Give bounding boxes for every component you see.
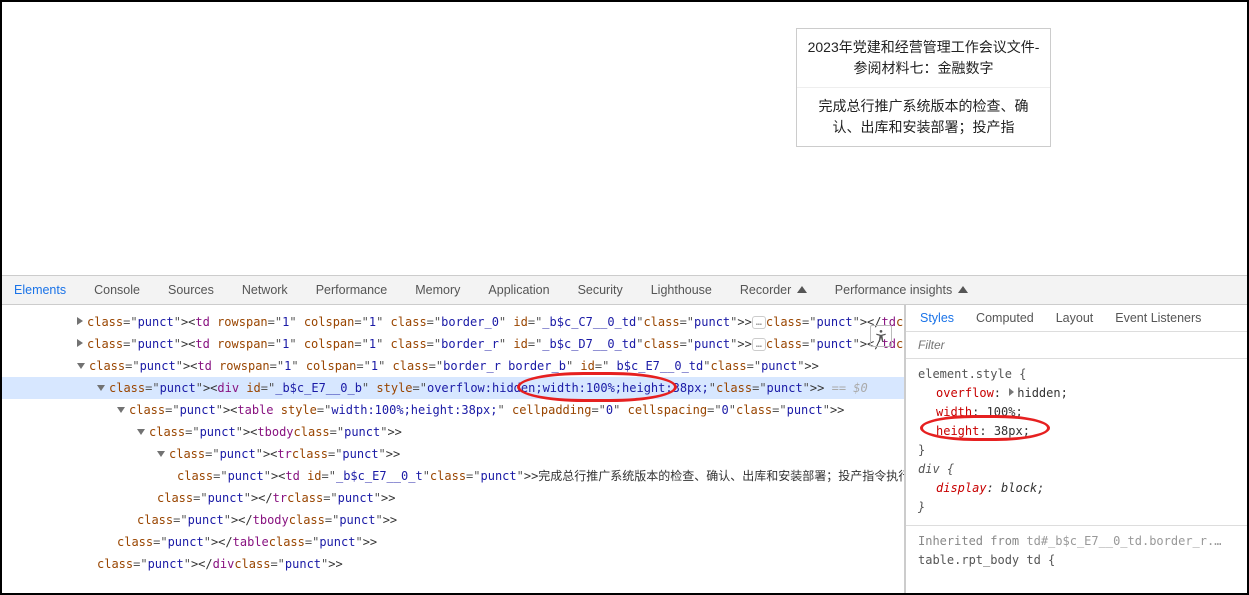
inherited-from: Inherited from td#_b$c_E7__0_td.border_r…: [906, 525, 1247, 551]
tab-perf-insights[interactable]: Performance insights: [835, 283, 968, 297]
accessibility-icon[interactable]: [870, 325, 892, 347]
rule-element-style: element.style {: [918, 365, 1235, 384]
styles-body[interactable]: element.style { overflow: hidden; width:…: [906, 359, 1247, 576]
elements-panel[interactable]: class="punct"><td rowspan="1" colspan="1…: [2, 305, 904, 593]
tab-application[interactable]: Application: [488, 283, 549, 297]
dom-line[interactable]: class="punct"><table style="width:100%;h…: [37, 399, 904, 421]
dom-line[interactable]: class="punct"></trclass="punct">>: [37, 487, 904, 509]
tab-sources[interactable]: Sources: [168, 283, 214, 297]
stab-layout[interactable]: Layout: [1056, 311, 1094, 325]
rule-div: div {: [918, 460, 1235, 479]
expand-icon[interactable]: [77, 339, 83, 347]
prop-width[interactable]: width: 100%;: [918, 403, 1235, 422]
styles-filter-input[interactable]: [906, 332, 1247, 358]
collapse-icon[interactable]: [97, 385, 105, 391]
card-row-1[interactable]: 2023年党建和经营管理工作会议文件-参阅材料七：金融数字: [797, 29, 1050, 88]
rule-close: }: [918, 441, 1235, 460]
prop-height[interactable]: height: 38px;: [918, 422, 1235, 441]
experiment-icon: [797, 286, 807, 293]
prop-overflow[interactable]: overflow: hidden;: [918, 384, 1235, 403]
rule-close-2: }: [918, 498, 1235, 517]
tab-recorder[interactable]: Recorder: [740, 283, 807, 297]
prop-display[interactable]: display: block;: [918, 479, 1235, 498]
devtools-tabbar: Elements Console Sources Network Perform…: [2, 275, 1247, 305]
styles-tabbar: Styles Computed Layout Event Listeners: [906, 305, 1247, 332]
dom-line[interactable]: class="punct"><td rowspan="1" colspan="1…: [37, 355, 904, 377]
inherited-link[interactable]: td#_b$c_E7__0_td.border_r.…: [1026, 534, 1221, 548]
expand-icon[interactable]: [77, 317, 83, 325]
styles-panel: Styles Computed Layout Event Listeners e…: [904, 305, 1247, 593]
preview-card: 2023年党建和经营管理工作会议文件-参阅材料七：金融数字 完成总行推广系统版本…: [796, 28, 1051, 147]
tab-performance[interactable]: Performance: [316, 283, 388, 297]
tab-console[interactable]: Console: [94, 283, 140, 297]
collapse-icon[interactable]: [77, 363, 85, 369]
styles-filter: [906, 332, 1247, 359]
expand-icon: [1009, 388, 1014, 396]
tab-security[interactable]: Security: [578, 283, 623, 297]
tab-elements[interactable]: Elements: [14, 283, 66, 297]
collapse-icon[interactable]: [137, 429, 145, 435]
stab-listeners[interactable]: Event Listeners: [1115, 311, 1201, 325]
rendered-page: 2023年党建和经营管理工作会议文件-参阅材料七：金融数字 完成总行推广系统版本…: [2, 2, 1247, 275]
dom-line[interactable]: class="punct"><tbodyclass="punct">>: [37, 421, 904, 443]
dom-line[interactable]: class="punct"></divclass="punct">>: [37, 553, 904, 575]
dom-line[interactable]: class="punct"></tbodyclass="punct">>: [37, 509, 904, 531]
card-row-2[interactable]: 完成总行推广系统版本的检查、确认、出库和安装部署；投产指: [797, 88, 1050, 146]
dom-line[interactable]: class="punct"><td rowspan="1" colspan="1…: [37, 333, 904, 355]
devtools-panels: class="punct"><td rowspan="1" colspan="1…: [2, 305, 1247, 593]
dom-line[interactable]: class="punct"></tableclass="punct">>: [37, 531, 904, 553]
experiment-icon: [958, 286, 968, 293]
rule-table-td: table.rpt_body td {: [918, 551, 1235, 570]
dom-line[interactable]: class="punct"><td id="_b$c_E7__0_t"class…: [37, 465, 904, 487]
tab-lighthouse[interactable]: Lighthouse: [651, 283, 712, 297]
dom-line[interactable]: class="punct"><div id="_b$c_E7__0_b" sty…: [2, 377, 904, 399]
collapse-icon[interactable]: [157, 451, 165, 457]
dom-line[interactable]: class="punct"><td rowspan="1" colspan="1…: [37, 311, 904, 333]
stab-styles[interactable]: Styles: [920, 311, 954, 325]
tab-memory[interactable]: Memory: [415, 283, 460, 297]
stab-computed[interactable]: Computed: [976, 311, 1034, 325]
dom-line[interactable]: class="punct"><trclass="punct">>: [37, 443, 904, 465]
tab-network[interactable]: Network: [242, 283, 288, 297]
collapse-icon[interactable]: [117, 407, 125, 413]
